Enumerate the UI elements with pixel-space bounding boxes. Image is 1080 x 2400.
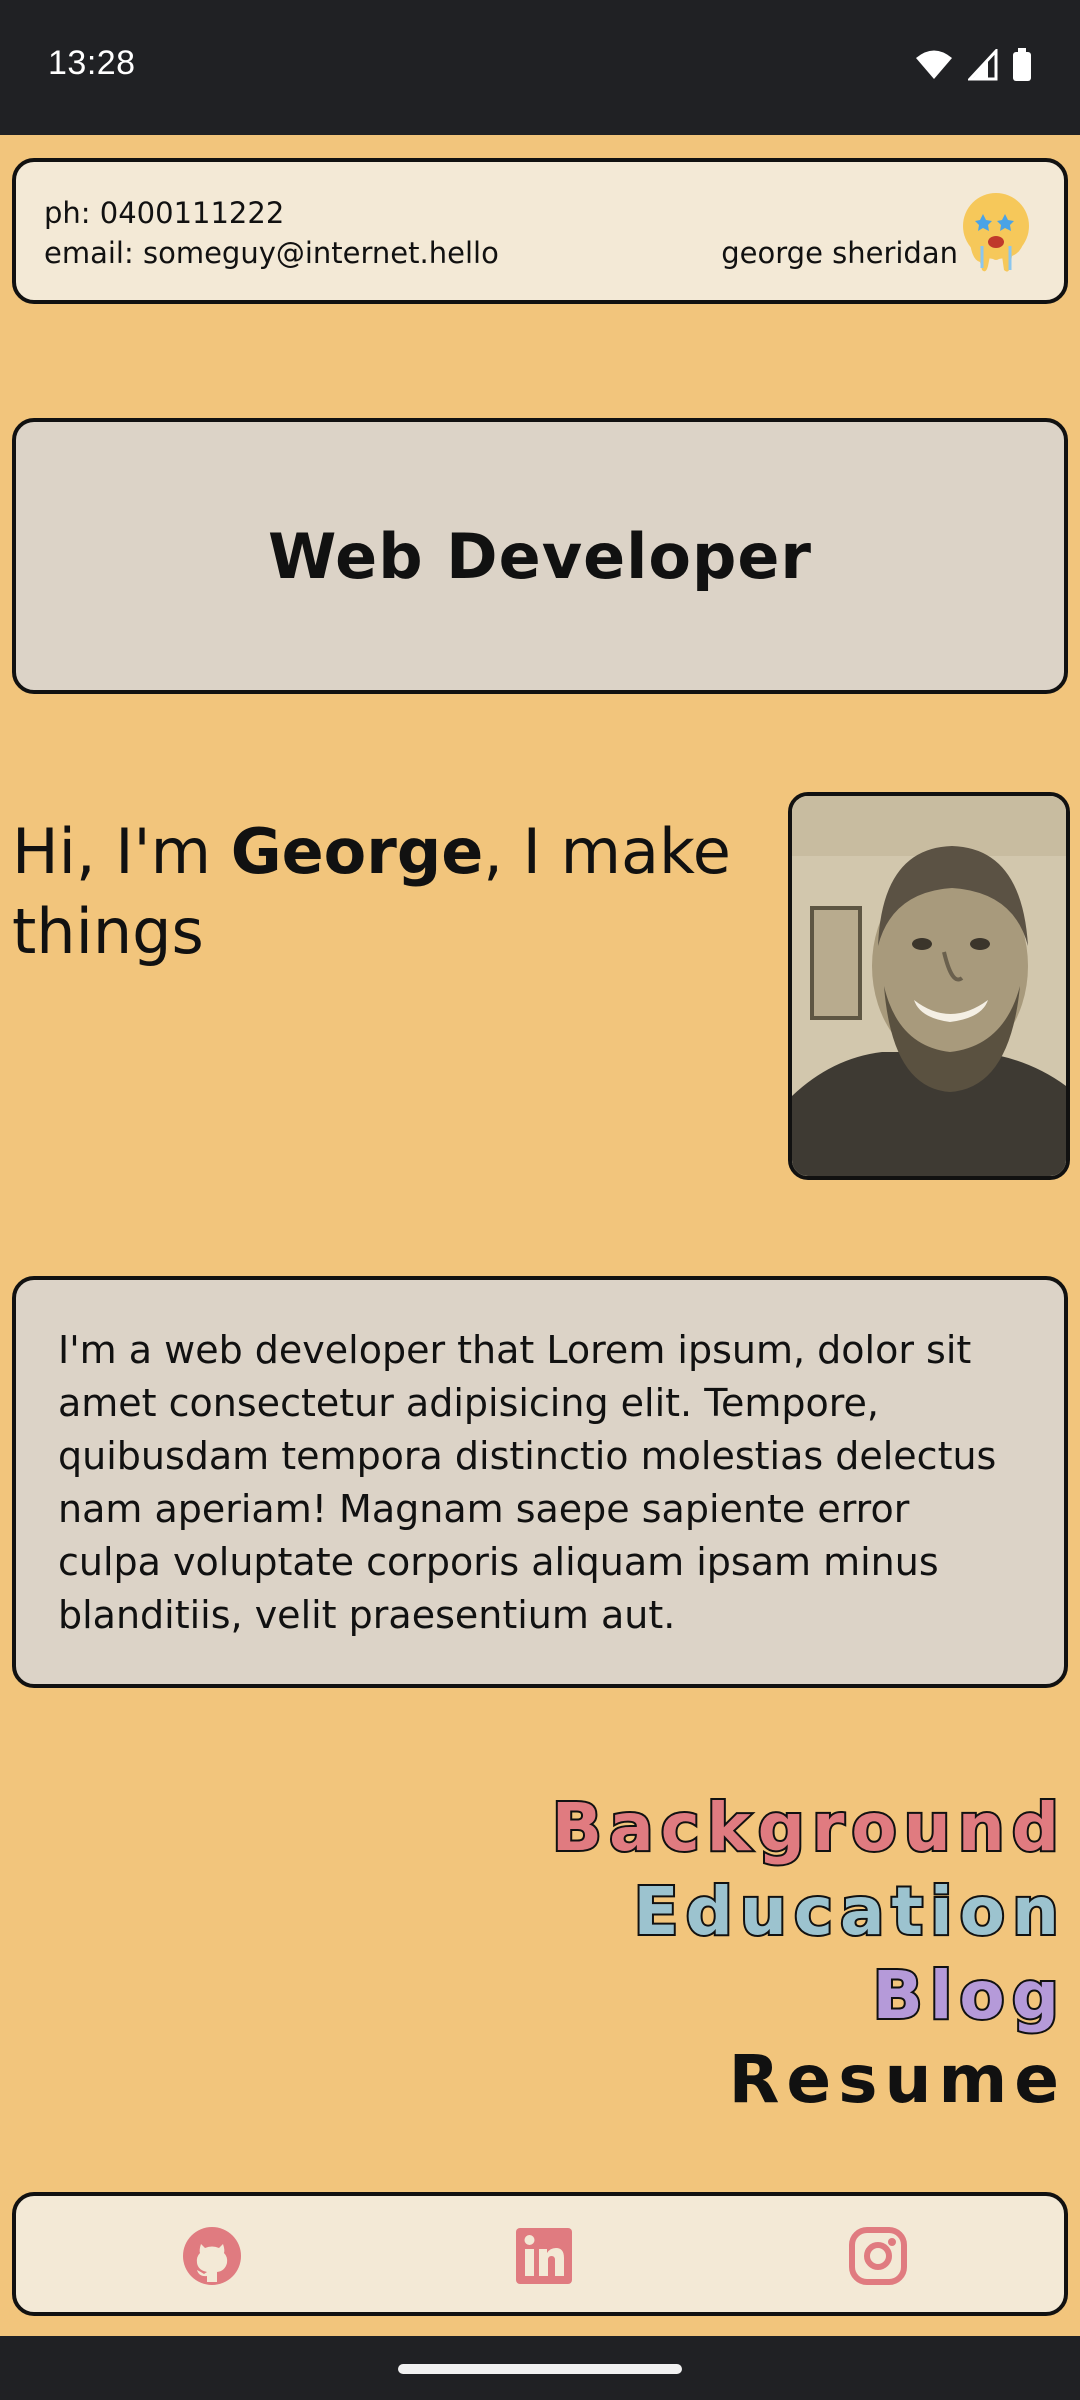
home-gesture-handle[interactable] [398, 2364, 682, 2374]
section-nav: Background Education Blog Resume [550, 1786, 1066, 2122]
title-card: Web Developer [12, 418, 1068, 694]
contact-card: ph: 0400111222 email: someguy@internet.h… [12, 158, 1068, 304]
contact-email: email: someguy@internet.hello [44, 236, 499, 270]
linkedin-icon[interactable] [514, 2226, 574, 2286]
nav-link-background[interactable]: Background [550, 1786, 1066, 1870]
intro-prefix: Hi, I'm [12, 815, 231, 888]
melting-face-emoji-icon [963, 193, 1029, 272]
wifi-icon [916, 50, 952, 79]
battery-icon [1013, 48, 1031, 81]
nav-link-resume[interactable]: Resume [552, 2038, 1066, 2122]
github-icon[interactable] [182, 2226, 242, 2286]
intro-heading: Hi, I'm George, I make things [12, 812, 732, 972]
page-title: Web Developer [267, 519, 813, 593]
social-bar [12, 2192, 1068, 2316]
profile-photo [788, 792, 1070, 1180]
signal-icon [968, 49, 998, 81]
status-icons [914, 48, 1032, 82]
intro-name: George [230, 815, 484, 888]
gesture-nav-bar [0, 2336, 1080, 2400]
about-text: I'm a web developer that Lorem ipsum, do… [58, 1328, 997, 1637]
instagram-icon[interactable] [848, 2226, 908, 2286]
contact-name: george sheridan [721, 236, 958, 270]
nav-link-education[interactable]: Education [552, 1870, 1066, 1954]
status-time: 13:28 [48, 44, 136, 82]
status-bar: 13:28 [0, 0, 1080, 135]
contact-phone: ph: 0400111222 [44, 196, 285, 230]
profile-photo-image [792, 796, 1066, 1176]
nav-link-blog[interactable]: Blog [552, 1954, 1066, 2038]
about-card: I'm a web developer that Lorem ipsum, do… [12, 1276, 1068, 1688]
